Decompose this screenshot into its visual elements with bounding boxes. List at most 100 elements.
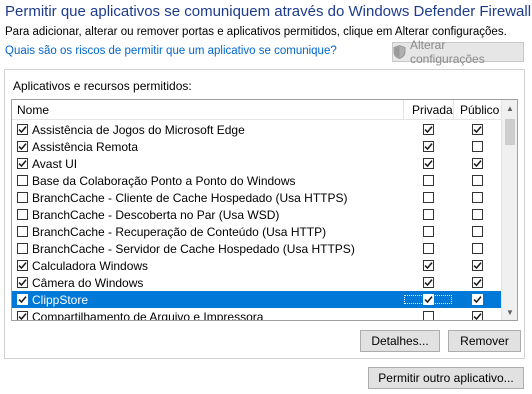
column-header-private[interactable]: Privada (403, 100, 453, 120)
app-name-cell: ClippStore (12, 293, 403, 307)
app-enabled-checkbox[interactable] (17, 260, 28, 271)
private-cell (403, 175, 453, 186)
app-enabled-checkbox[interactable] (17, 277, 28, 288)
public-checkbox[interactable] (471, 243, 483, 254)
public-cell (453, 158, 501, 169)
risk-link[interactable]: Quais são os riscos de permitir que um a… (5, 45, 337, 57)
private-checkbox[interactable] (422, 277, 434, 288)
private-cell (403, 226, 453, 237)
list-item[interactable]: Assistência Remota (12, 138, 501, 155)
list-item[interactable]: BranchCache - Recuperação de Conteúdo (U… (12, 223, 501, 240)
list-item[interactable]: BranchCache - Servidor de Cache Hospedad… (12, 240, 501, 257)
app-name-cell: Assistência Remota (12, 140, 403, 154)
public-checkbox[interactable] (471, 175, 483, 186)
list-item[interactable]: Calculadora Windows (12, 257, 501, 274)
list-item[interactable]: BranchCache - Descoberta no Par (Usa WSD… (12, 206, 501, 223)
list-item[interactable]: Base da Colaboração Ponto a Ponto do Win… (12, 172, 501, 189)
public-cell (453, 226, 501, 237)
list-item[interactable]: Avast UI (12, 155, 501, 172)
app-name-label: BranchCache - Descoberta no Par (Usa WSD… (32, 207, 280, 222)
app-name-label: Base da Colaboração Ponto a Ponto do Win… (32, 173, 296, 188)
app-enabled-checkbox[interactable] (17, 175, 28, 186)
app-name-label: BranchCache - Cliente de Cache Hospedado… (32, 190, 348, 205)
private-cell (403, 209, 453, 220)
public-checkbox[interactable] (471, 209, 483, 220)
app-enabled-checkbox[interactable] (17, 141, 28, 152)
list-header: Nome Privada Público (12, 100, 501, 120)
private-checkbox[interactable] (422, 175, 434, 186)
scroll-thumb[interactable] (505, 119, 515, 145)
app-name-label: Calculadora Windows (32, 258, 149, 273)
private-cell (403, 124, 453, 135)
details-button[interactable]: Detalhes... (360, 330, 440, 352)
shield-icon (393, 45, 406, 59)
private-cell (403, 294, 453, 305)
column-header-name[interactable]: Nome (12, 100, 403, 120)
list-item[interactable]: Compartilhamento de Arquivo e Impressora (12, 308, 501, 320)
app-enabled-checkbox[interactable] (17, 158, 28, 169)
public-checkbox[interactable] (471, 158, 483, 169)
private-checkbox[interactable] (422, 311, 434, 320)
private-checkbox[interactable] (422, 158, 434, 169)
app-enabled-checkbox[interactable] (17, 209, 28, 220)
private-cell (403, 277, 453, 288)
apps-list[interactable]: Nome Privada Público Assistência de Jogo… (11, 99, 518, 321)
private-cell (403, 260, 453, 271)
private-checkbox[interactable] (422, 226, 434, 237)
public-checkbox[interactable] (471, 192, 483, 203)
private-checkbox[interactable] (422, 260, 434, 271)
app-name-cell: BranchCache - Cliente de Cache Hospedado… (12, 191, 403, 205)
private-cell (403, 158, 453, 169)
app-name-cell: Calculadora Windows (12, 259, 403, 273)
private-cell (403, 192, 453, 203)
list-item[interactable]: Assistência de Jogos do Microsoft Edge (12, 121, 501, 138)
private-checkbox[interactable] (422, 209, 434, 220)
public-cell (453, 311, 501, 320)
private-checkbox[interactable] (422, 243, 434, 254)
app-name-label: Câmera do Windows (32, 275, 144, 290)
public-checkbox[interactable] (471, 260, 483, 271)
app-name-cell: Base da Colaboração Ponto a Ponto do Win… (12, 174, 403, 188)
app-enabled-checkbox[interactable] (17, 243, 28, 254)
apps-group-box: Aplicativos e recursos permitidos: Nome … (4, 69, 525, 359)
public-checkbox[interactable] (471, 226, 483, 237)
change-settings-button: Alterar configurações (392, 38, 524, 66)
app-enabled-checkbox[interactable] (17, 192, 28, 203)
scroll-up-icon[interactable]: ▲ (502, 100, 517, 116)
column-header-public[interactable]: Público (453, 100, 501, 120)
vertical-scrollbar[interactable]: ▲ ▼ (501, 100, 517, 320)
public-checkbox[interactable] (471, 294, 483, 305)
private-checkbox[interactable] (422, 124, 434, 135)
list-item[interactable]: BranchCache - Cliente de Cache Hospedado… (12, 189, 501, 206)
private-checkbox[interactable] (422, 192, 434, 203)
public-checkbox[interactable] (471, 141, 483, 152)
app-enabled-checkbox[interactable] (17, 294, 28, 305)
app-name-cell: BranchCache - Descoberta no Par (Usa WSD… (12, 208, 403, 222)
scroll-down-icon[interactable]: ▼ (502, 304, 517, 320)
app-name-label: BranchCache - Servidor de Cache Hospedad… (32, 241, 355, 256)
app-enabled-checkbox[interactable] (17, 311, 28, 320)
app-enabled-checkbox[interactable] (17, 226, 28, 237)
remove-button[interactable]: Remover (448, 330, 521, 352)
app-name-cell: Avast UI (12, 157, 403, 171)
list-item[interactable]: Câmera do Windows (12, 274, 501, 291)
app-name-label: BranchCache - Recuperação de Conteúdo (U… (32, 224, 327, 239)
app-enabled-checkbox[interactable] (17, 124, 28, 135)
app-name-cell: Assistência de Jogos do Microsoft Edge (12, 123, 403, 137)
public-checkbox[interactable] (471, 277, 483, 288)
public-cell (453, 175, 501, 186)
public-checkbox[interactable] (471, 124, 483, 135)
page-subtitle: Para adicionar, alterar ou remover porta… (5, 26, 507, 38)
public-cell (453, 209, 501, 220)
public-cell (453, 243, 501, 254)
private-checkbox[interactable] (422, 294, 434, 305)
private-checkbox[interactable] (422, 141, 434, 152)
public-checkbox[interactable] (471, 311, 483, 320)
app-name-label: Assistência de Jogos do Microsoft Edge (32, 122, 245, 137)
list-item[interactable]: ClippStore (12, 291, 501, 308)
apps-group-label: Aplicativos e recursos permitidos: (13, 79, 192, 93)
allow-other-app-button[interactable]: Permitir outro aplicativo... (368, 367, 524, 389)
public-cell (453, 277, 501, 288)
app-name-cell: Câmera do Windows (12, 276, 403, 290)
page-title: Permitir que aplicativos se comuniquem a… (5, 3, 532, 20)
